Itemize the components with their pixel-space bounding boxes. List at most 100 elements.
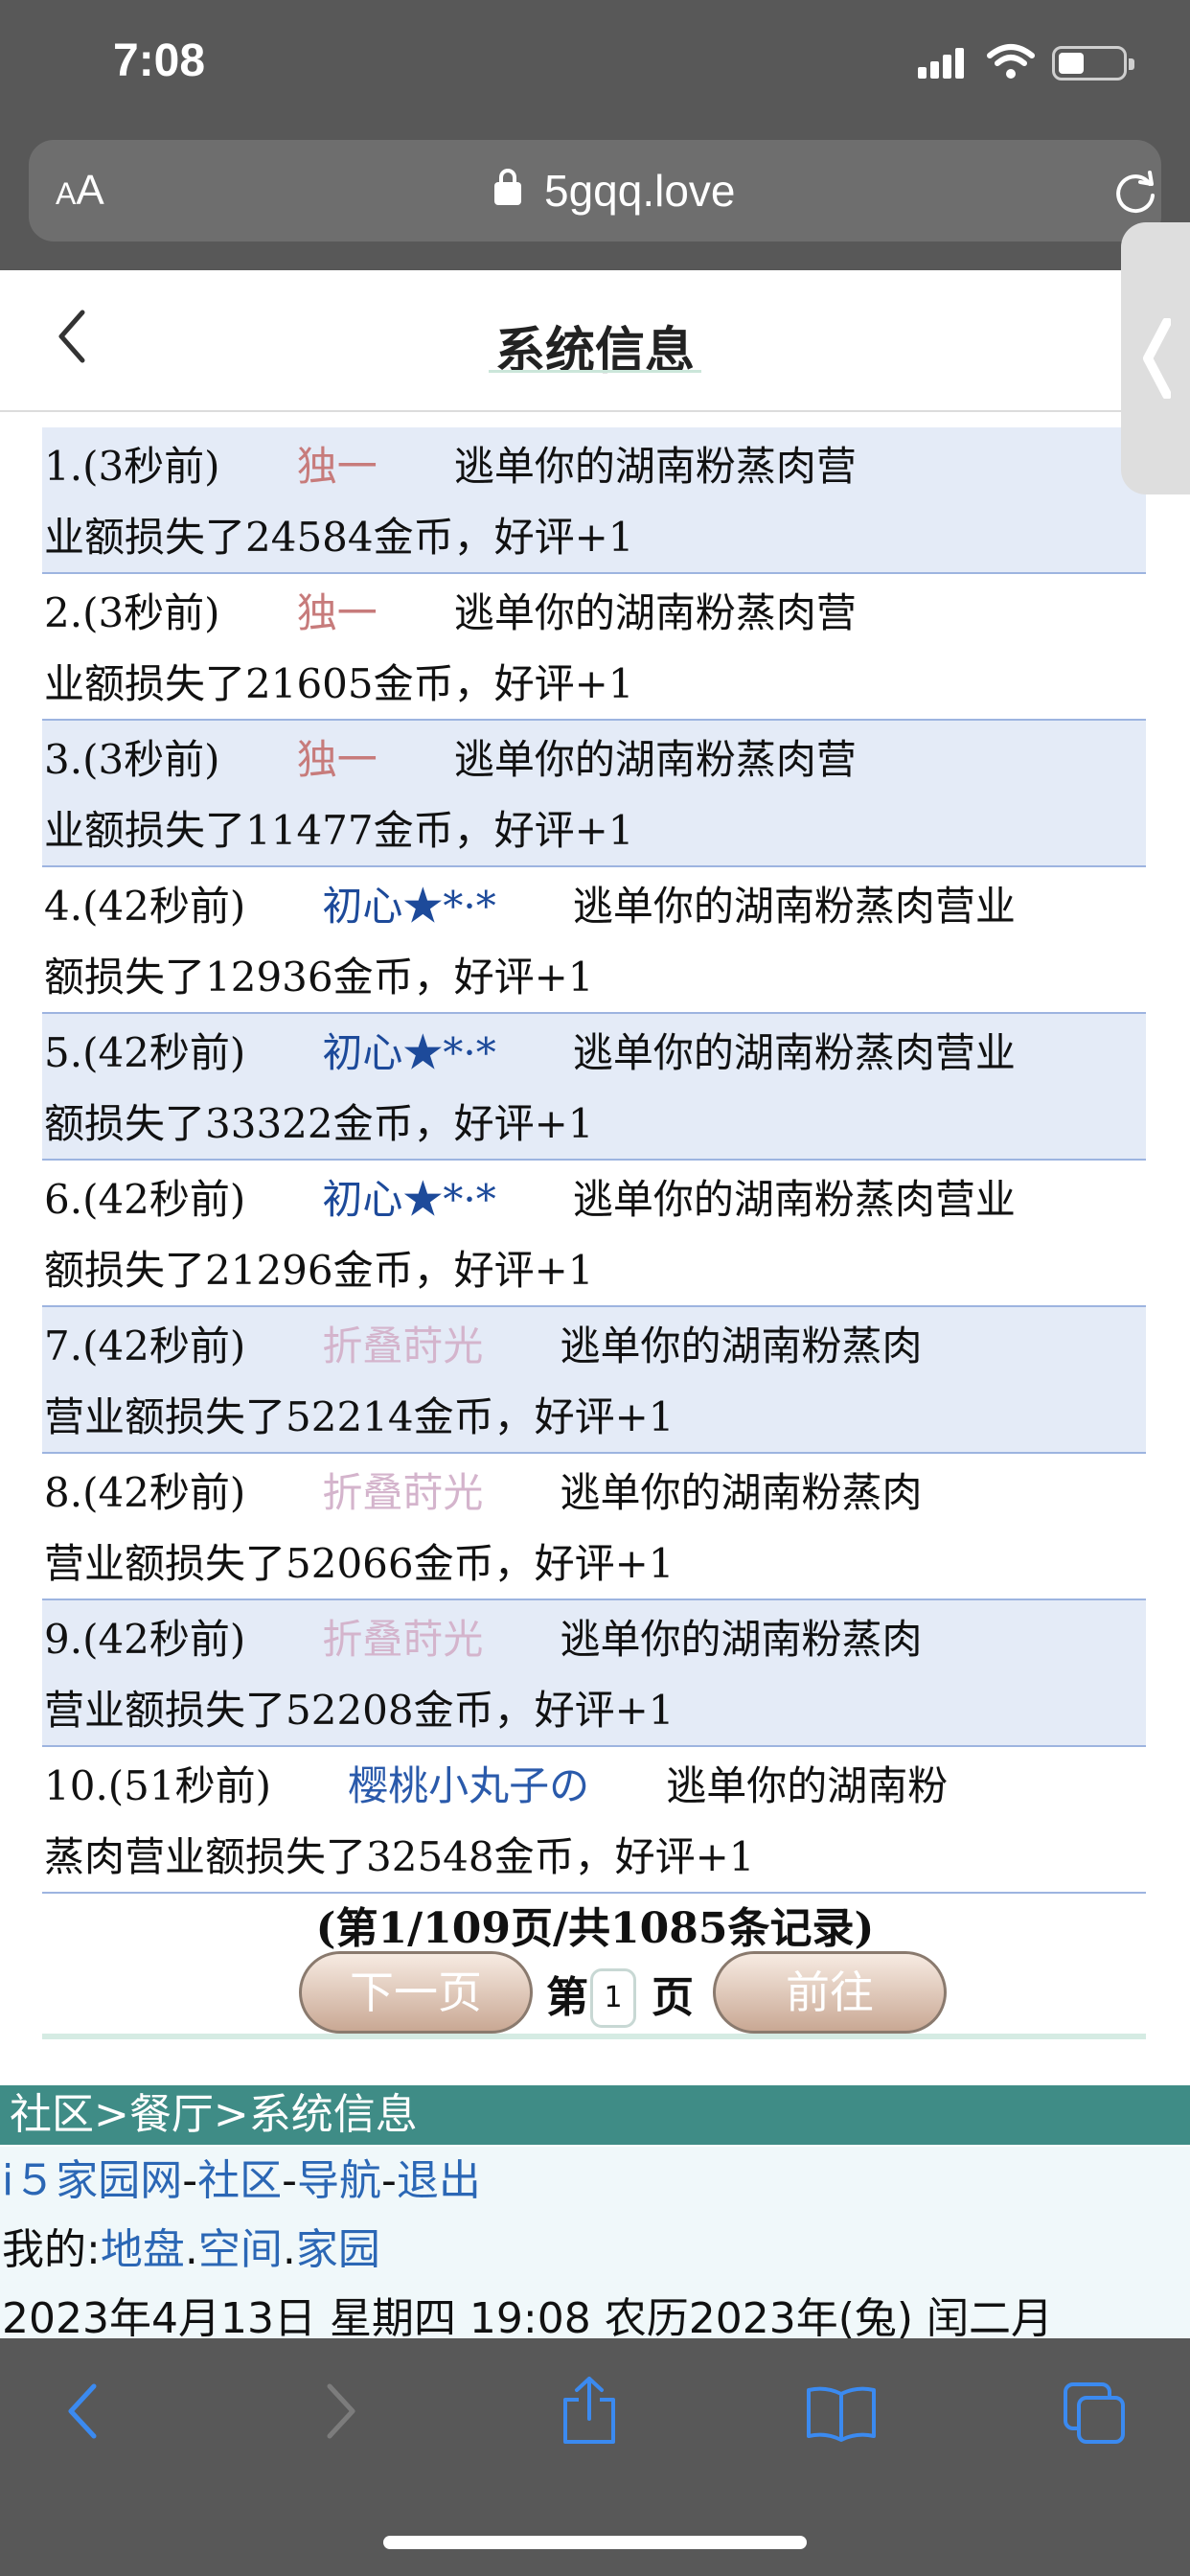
message-user-link[interactable]: 独一: [297, 431, 378, 502]
list-item: 6.(42秒前) 初心★*·* 逃单你的湖南粉蒸肉营业额损失了21296金币，好…: [42, 1161, 1146, 1307]
reader-settings-button[interactable]: AA: [56, 167, 104, 215]
side-drawer-tab[interactable]: [1121, 222, 1190, 494]
message-time: 3.(3秒前): [44, 736, 220, 783]
message-user-link[interactable]: 折叠莳光: [322, 1311, 483, 1382]
breadcrumb: 社区>餐厅>系统信息: [0, 2085, 1190, 2145]
message-text-cont: 额损失了12936金币，好评+1: [44, 954, 594, 1000]
browser-address-area: AA 5gqq.love: [0, 128, 1190, 270]
message-text: 逃单你的湖南粉: [666, 1762, 949, 1809]
bookmarks-icon[interactable]: [805, 2384, 878, 2442]
home-site-link[interactable]: i５家园网: [2, 2156, 182, 2205]
list-item: 10.(51秒前) 樱桃小丸子の 逃单你的湖南粉蒸肉营业额损失了32548金币，…: [42, 1747, 1146, 1894]
message-user-link[interactable]: 初心★*·*: [322, 871, 495, 942]
list-item: 8.(42秒前) 折叠莳光 逃单你的湖南粉蒸肉营业额损失了52066金币，好评+…: [42, 1454, 1146, 1600]
list-item: 2.(3秒前) 独一 逃单你的湖南粉蒸肉营业额损失了21605金币，好评+1: [42, 574, 1146, 721]
lock-icon: [494, 169, 521, 205]
message-text-cont: 业额损失了11477金币，好评+1: [44, 807, 634, 854]
message-user-link[interactable]: 独一: [297, 724, 378, 795]
wifi-icon: [987, 44, 1035, 79]
next-page-button[interactable]: 下一页: [299, 1951, 533, 2034]
message-text: 逃单你的湖南粉蒸肉营: [453, 589, 857, 636]
message-text-cont: 额损失了33322金币，好评+1: [44, 1100, 594, 1147]
message-line: 8.(42秒前) 折叠莳光 逃单你的湖南粉蒸肉: [44, 1458, 1146, 1529]
forward-icon[interactable]: [322, 2380, 360, 2442]
list-item: 9.(42秒前) 折叠莳光 逃单你的湖南粉蒸肉营业额损失了52208金币，好评+…: [42, 1600, 1146, 1747]
url-text[interactable]: 5gqq.love: [544, 165, 736, 217]
message-list: 1.(3秒前) 独一 逃单你的湖南粉蒸肉营 业额损失了24584金币，好评+1 2.…: [42, 427, 1146, 1894]
message-line: 5.(42秒前) 初心★*·* 逃单你的湖南粉蒸肉营业: [44, 1018, 1146, 1089]
pager-info: (第1/109页/共1085条记录): [315, 1904, 875, 1953]
list-item: 1.(3秒前) 独一 逃单你的湖南粉蒸肉营业额损失了24584金币，好评+1: [42, 427, 1146, 574]
message-time: 1.(3秒前): [44, 443, 220, 490]
reload-icon[interactable]: [1111, 169, 1159, 217]
pager-controls: 下一页 第 1 页 前往: [299, 1951, 947, 2034]
page-prefix-label: 第: [546, 1973, 588, 2022]
message-text: 逃单你的湖南粉蒸肉营: [453, 443, 857, 490]
message-line: 6.(42秒前) 初心★*·* 逃单你的湖南粉蒸肉营业: [44, 1164, 1146, 1235]
community-link[interactable]: 社区: [197, 2156, 282, 2205]
page-number-input[interactable]: 1: [590, 1968, 636, 2028]
status-bar: 7:08: [0, 0, 1190, 128]
message-text-cont: 额损失了21296金币，好评+1: [44, 1247, 594, 1294]
message-time: 8.(42秒前): [44, 1469, 246, 1516]
navigation-link[interactable]: 导航: [297, 2156, 381, 2205]
title-underline: [489, 370, 701, 373]
message-user-link[interactable]: 初心★*·*: [322, 1164, 495, 1235]
message-text-cont: 营业额损失了52208金币，好评+1: [44, 1687, 675, 1734]
share-icon[interactable]: [560, 2375, 619, 2446]
footer-links: i５家园网-社区-导航-退出 我的:地盘.空间.家园 2023年4月13日 星期…: [0, 2147, 1190, 2343]
message-text: 逃单你的湖南粉蒸肉营业: [572, 1029, 1016, 1076]
message-line: 2.(3秒前) 独一 逃单你的湖南粉蒸肉营: [44, 578, 1146, 649]
back-icon[interactable]: [63, 2380, 102, 2442]
page-header: 系统信息: [0, 270, 1190, 412]
space-link[interactable]: 空间: [198, 2225, 283, 2274]
message-text: 逃单你的湖南粉蒸肉营: [453, 736, 857, 783]
list-item: 7.(42秒前) 折叠莳光 逃单你的湖南粉蒸肉营业额损失了52214金币，好评+…: [42, 1307, 1146, 1454]
message-text-cont: 业额损失了21605金币，好评+1: [44, 660, 634, 707]
address-bar[interactable]: AA 5gqq.love: [29, 140, 1161, 242]
message-time: 10.(51秒前): [44, 1762, 272, 1809]
message-user-link[interactable]: 折叠莳光: [322, 1458, 483, 1529]
message-line: 10.(51秒前) 樱桃小丸子の 逃单你的湖南粉: [44, 1751, 1146, 1822]
family-home-link[interactable]: 家园: [296, 2225, 380, 2274]
message-time: 5.(42秒前): [44, 1029, 246, 1076]
mine-label: 我的:: [2, 2225, 101, 2274]
status-time: 7:08: [113, 35, 206, 86]
message-line: 9.(42秒前) 折叠莳光 逃单你的湖南粉蒸肉: [44, 1604, 1146, 1675]
message-user-link[interactable]: 樱桃小丸子の: [348, 1751, 589, 1822]
message-text: 逃单你的湖南粉蒸肉: [560, 1469, 923, 1516]
cellular-signal-icon: [918, 46, 966, 79]
logout-link[interactable]: 退出: [397, 2156, 481, 2205]
list-item: 5.(42秒前) 初心★*·* 逃单你的湖南粉蒸肉营业额损失了33322金币，好…: [42, 1014, 1146, 1161]
message-text-cont: 蒸肉营业额损失了32548金币，好评+1: [44, 1833, 755, 1880]
message-text: 逃单你的湖南粉蒸肉: [560, 1616, 923, 1663]
message-time: 7.(42秒前): [44, 1322, 246, 1369]
territory-link[interactable]: 地盘: [101, 2225, 185, 2274]
battery-icon: [1052, 46, 1134, 80]
message-text-cont: 业额损失了24584金币，好评+1: [44, 514, 634, 561]
message-time: 9.(42秒前): [44, 1616, 246, 1663]
message-text-cont: 营业额损失了52214金币，好评+1: [44, 1393, 675, 1440]
message-line: 1.(3秒前) 独一 逃单你的湖南粉蒸肉营: [44, 431, 1146, 502]
message-text: 逃单你的湖南粉蒸肉: [560, 1322, 923, 1369]
message-line: 3.(3秒前) 独一 逃单你的湖南粉蒸肉营: [44, 724, 1146, 795]
message-user-link[interactable]: 独一: [297, 578, 378, 649]
message-text-cont: 营业额损失了52066金币，好评+1: [44, 1540, 675, 1587]
message-line: 7.(42秒前) 折叠莳光 逃单你的湖南粉蒸肉: [44, 1311, 1146, 1382]
divider: [42, 2034, 1146, 2039]
message-text: 逃单你的湖南粉蒸肉营业: [572, 1176, 1016, 1223]
home-indicator: [383, 2536, 807, 2549]
message-user-link[interactable]: 折叠莳光: [322, 1604, 483, 1675]
tabs-icon[interactable]: [1062, 2380, 1127, 2446]
go-button[interactable]: 前往: [713, 1951, 947, 2034]
message-time: 4.(42秒前): [44, 883, 246, 930]
message-time: 6.(42秒前): [44, 1176, 246, 1223]
message-user-link[interactable]: 初心★*·*: [322, 1018, 495, 1089]
message-text: 逃单你的湖南粉蒸肉营业: [572, 883, 1016, 930]
chevron-left-icon: [1143, 318, 1171, 399]
list-item: 4.(42秒前) 初心★*·* 逃单你的湖南粉蒸肉营业额损失了12936金币，好…: [42, 867, 1146, 1014]
footer-mine-row: 我的:地盘.空间.家园: [2, 2225, 380, 2274]
footer-nav-row: i５家园网-社区-导航-退出: [2, 2156, 481, 2205]
list-item: 3.(3秒前) 独一 逃单你的湖南粉蒸肉营业额损失了11477金币，好评+1: [42, 721, 1146, 867]
page-suffix-label: 页: [652, 1973, 694, 2022]
